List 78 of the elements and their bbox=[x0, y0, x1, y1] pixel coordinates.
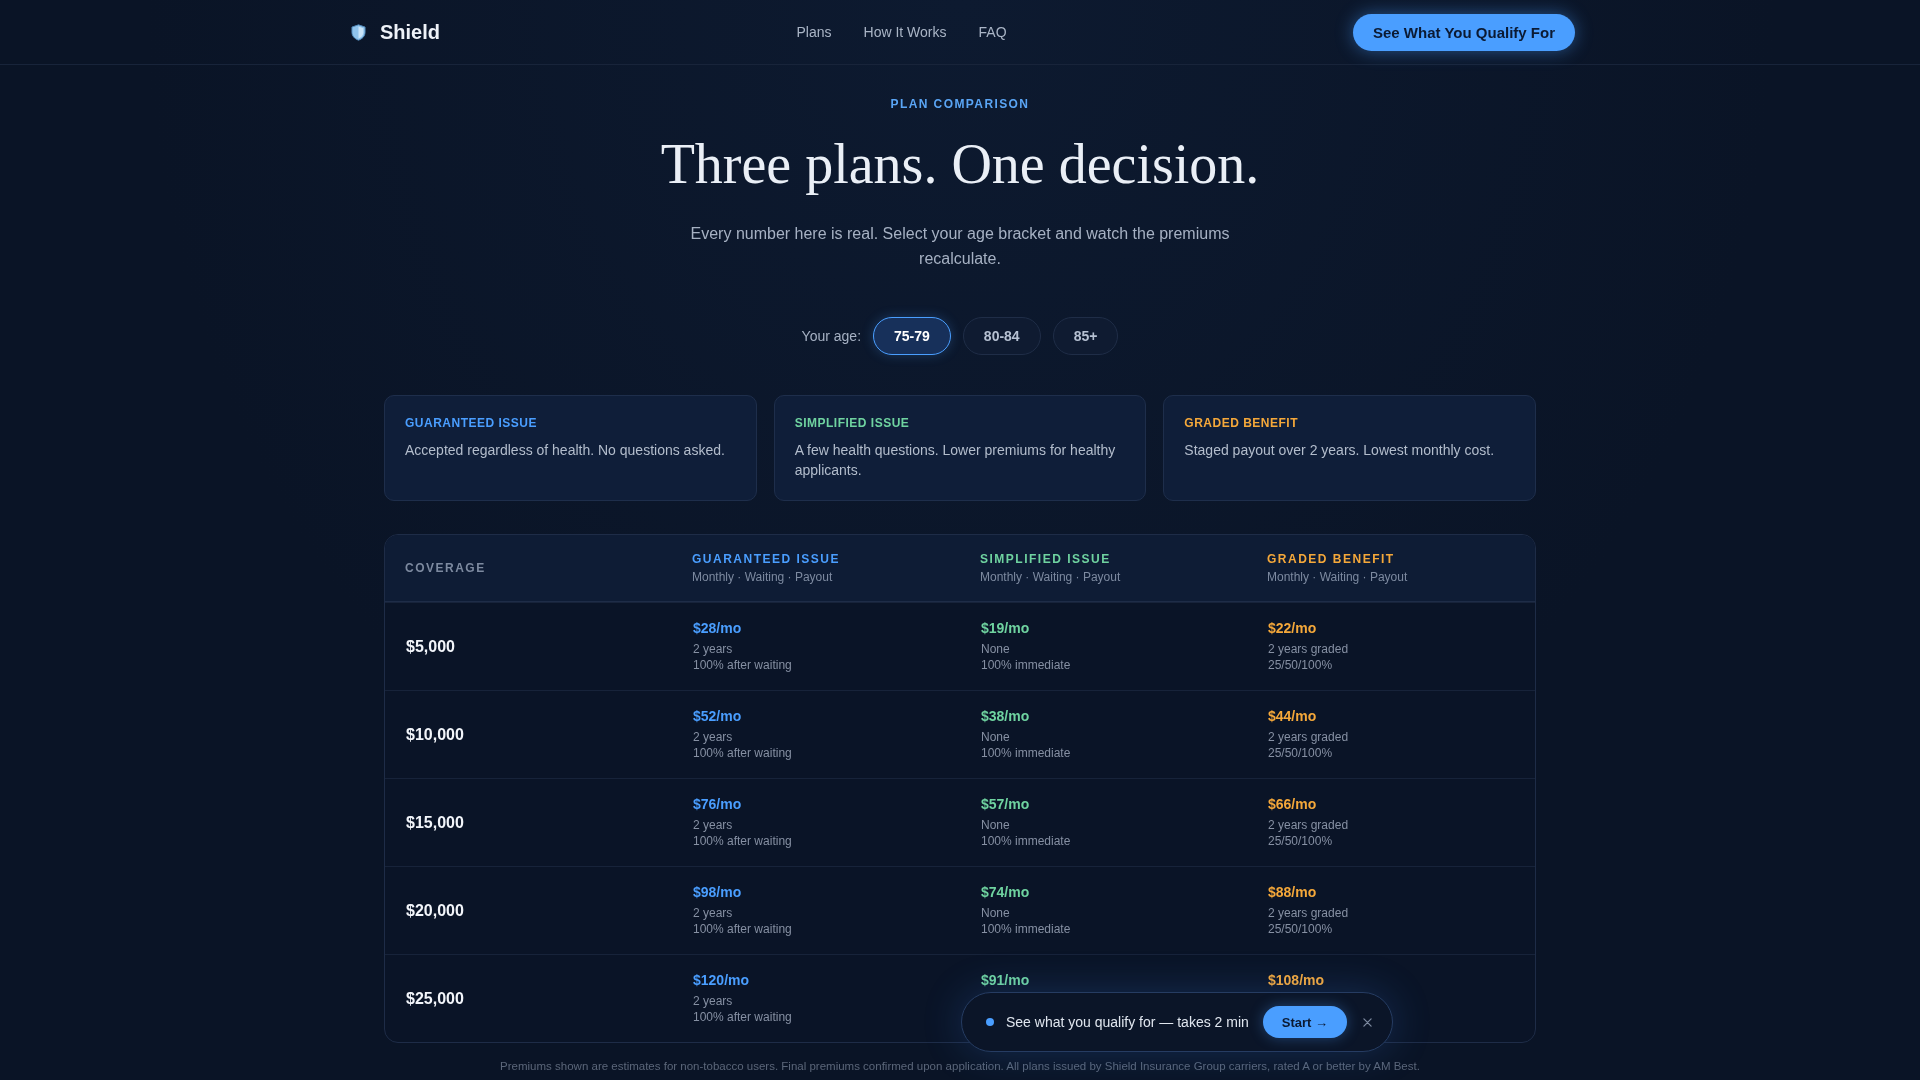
payout-schedule: 25/50/100% bbox=[1268, 745, 1333, 761]
coverage-amount: $15,000 bbox=[406, 813, 464, 832]
payout-schedule: 100% immediate bbox=[981, 657, 1071, 673]
section-eyebrow: PLAN COMPARISON bbox=[889, 97, 1031, 111]
brand-name: Shield bbox=[380, 20, 440, 44]
waiting-period: 2 years graded bbox=[1268, 641, 1349, 657]
cta-button[interactable]: See What You Qualify For bbox=[1353, 13, 1575, 51]
plan-name: SIMPLIFIED ISSUE bbox=[794, 415, 911, 431]
plan-description: A few health questions. Lower premiums for healthy applicants. bbox=[794, 441, 1117, 480]
column-header: GUARANTEED ISSUE bbox=[692, 552, 841, 567]
waiting-period: None bbox=[981, 729, 1010, 745]
toast-message: See what you qualify for — takes 2 min bbox=[1006, 1014, 1249, 1030]
monthly-premium: $28/mo bbox=[693, 620, 742, 637]
monthly-premium: $22/mo bbox=[1268, 620, 1317, 637]
waiting-period: 2 years bbox=[693, 905, 733, 921]
waiting-period: 2 years graded bbox=[1268, 905, 1349, 921]
nav-link[interactable]: FAQ bbox=[978, 24, 1007, 40]
age-label: Your age: bbox=[801, 328, 862, 344]
close-icon bbox=[1363, 1017, 1373, 1027]
monthly-premium: $74/mo bbox=[981, 884, 1030, 901]
column-subheader: Monthly · Waiting · Payout bbox=[980, 570, 1122, 584]
page-subtitle: Every number here is real. Select your age bracket and watch the premiums recalculate. bbox=[689, 224, 1231, 269]
monthly-premium: $98/mo bbox=[693, 884, 742, 901]
waiting-period: None bbox=[981, 905, 1010, 921]
payout-schedule: 25/50/100% bbox=[1268, 833, 1333, 849]
waiting-period: None bbox=[981, 641, 1010, 657]
plan-name: GRADED BENEFIT bbox=[1184, 415, 1299, 431]
waiting-period: 2 years bbox=[693, 993, 733, 1009]
monthly-premium: $52/mo bbox=[693, 708, 742, 725]
coverage-amount: $10,000 bbox=[406, 725, 464, 744]
payout-schedule: 100% after waiting bbox=[693, 745, 792, 761]
waiting-period: 2 years graded bbox=[1268, 729, 1349, 745]
column-subheader: Monthly · Waiting · Payout bbox=[1267, 570, 1409, 584]
payout-schedule: 100% after waiting bbox=[693, 657, 792, 673]
payout-schedule: 100% after waiting bbox=[693, 921, 792, 937]
waiting-period: 2 years bbox=[693, 817, 733, 833]
page-title: Three plans. One decision. bbox=[659, 133, 1261, 195]
coverage-amount: $25,000 bbox=[406, 989, 464, 1008]
monthly-premium: $76/mo bbox=[693, 796, 742, 813]
waiting-period: 2 years bbox=[693, 641, 733, 657]
plan-name: GUARANTEED ISSUE bbox=[405, 415, 538, 431]
monthly-premium: $38/mo bbox=[981, 708, 1030, 725]
monthly-premium: $44/mo bbox=[1268, 708, 1317, 725]
disclaimer-text: Premiums shown are estimates for non-tobacco users. Final premiums confirmed upon application. All plans issued by Shield Insurance Group carriers, rated A or better by AM Best. bbox=[499, 1059, 1421, 1074]
shield-icon bbox=[351, 23, 366, 41]
monthly-premium: $19/mo bbox=[981, 620, 1030, 637]
nav-link[interactable]: Plans bbox=[796, 24, 832, 40]
plan-description: Staged payout over 2 years. Lowest monthly cost. bbox=[1184, 441, 1496, 460]
coverage-amount: $20,000 bbox=[406, 901, 464, 920]
monthly-premium: $120/mo bbox=[693, 972, 750, 989]
close-button[interactable] bbox=[1361, 1015, 1375, 1029]
column-subheader: Monthly · Waiting · Payout bbox=[692, 570, 834, 584]
payout-schedule: 100% after waiting bbox=[693, 833, 792, 849]
nav-link[interactable]: How It Works bbox=[863, 24, 947, 40]
payout-schedule: 100% after waiting bbox=[693, 1009, 792, 1025]
payout-schedule: 25/50/100% bbox=[1268, 657, 1333, 673]
column-header: COVERAGE bbox=[405, 561, 487, 575]
monthly-premium: $88/mo bbox=[1268, 884, 1317, 901]
age-option[interactable]: 85+ bbox=[1052, 317, 1119, 355]
waiting-period: None bbox=[981, 817, 1010, 833]
plan-description: Accepted regardless of health. No questions asked. bbox=[405, 441, 726, 460]
waiting-period: 2 years bbox=[693, 729, 733, 745]
column-header: GRADED BENEFIT bbox=[1267, 552, 1396, 567]
coverage-amount: $5,000 bbox=[406, 637, 455, 656]
age-option[interactable]: 75-79 bbox=[873, 317, 951, 355]
monthly-premium: $108/mo bbox=[1268, 972, 1325, 989]
monthly-premium: $91/mo bbox=[981, 972, 1030, 989]
start-button[interactable]: Start → bbox=[1262, 1006, 1348, 1038]
column-header: SIMPLIFIED ISSUE bbox=[980, 552, 1112, 567]
payout-schedule: 100% immediate bbox=[981, 921, 1071, 937]
monthly-premium: $57/mo bbox=[981, 796, 1030, 813]
payout-schedule: 100% immediate bbox=[981, 745, 1071, 761]
waiting-period: 2 years graded bbox=[1268, 817, 1349, 833]
dot-icon bbox=[986, 1018, 994, 1026]
monthly-premium: $66/mo bbox=[1268, 796, 1317, 813]
age-option[interactable]: 80-84 bbox=[962, 317, 1041, 355]
payout-schedule: 25/50/100% bbox=[1268, 921, 1333, 937]
payout-schedule: 100% immediate bbox=[981, 833, 1071, 849]
